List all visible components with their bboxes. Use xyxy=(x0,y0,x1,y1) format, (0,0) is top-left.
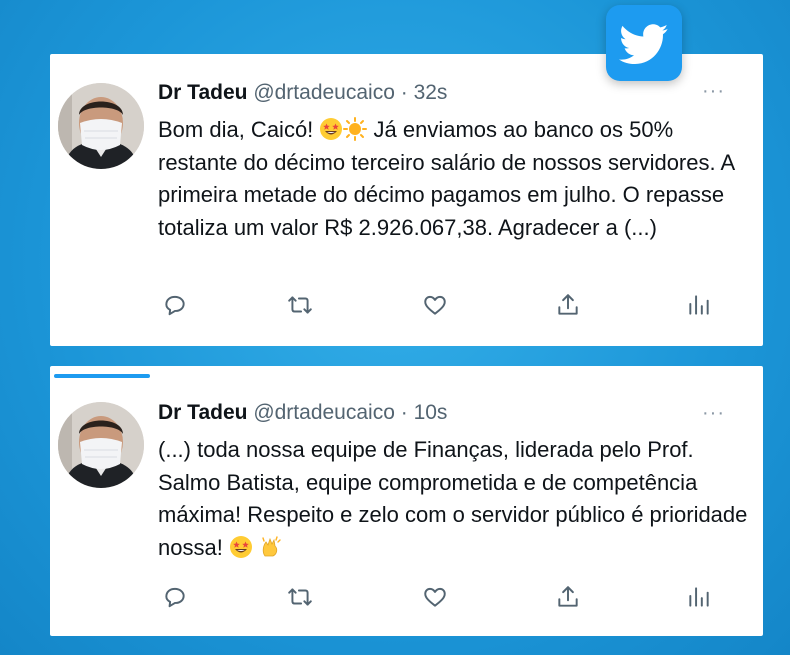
star-struck-emoji xyxy=(229,535,253,559)
tweet-card-2[interactable]: Dr Tadeu @drtadeucaico · 10s ··· (...) t… xyxy=(50,366,763,636)
avatar[interactable] xyxy=(58,83,144,169)
retweet-icon[interactable] xyxy=(285,290,315,320)
display-name[interactable]: Dr Tadeu xyxy=(158,401,247,424)
analytics-icon[interactable] xyxy=(684,290,714,320)
analytics-icon[interactable] xyxy=(684,582,714,612)
star-struck-emoji xyxy=(319,117,343,141)
reply-icon[interactable] xyxy=(160,290,190,320)
tweet-text: Bom dia, Caicó! Já enviamos ao banco os … xyxy=(158,114,748,244)
share-icon[interactable] xyxy=(553,582,583,612)
timestamp[interactable]: 32s xyxy=(414,81,448,104)
separator-dot: · xyxy=(400,81,408,104)
user-handle[interactable]: @drtadeucaico xyxy=(253,81,395,104)
twitter-logo-icon xyxy=(606,5,682,81)
tweet-actions xyxy=(50,582,763,612)
more-options-icon[interactable]: ··· xyxy=(702,80,725,103)
retweet-icon[interactable] xyxy=(285,582,315,612)
avatar[interactable] xyxy=(58,402,144,488)
user-handle[interactable]: @drtadeucaico xyxy=(253,401,395,424)
tweet-header: Dr Tadeu @drtadeucaico · 32s xyxy=(158,81,447,105)
tweet-text: (...) toda nossa equipe de Finanças, lid… xyxy=(158,434,748,564)
separator-dot: · xyxy=(400,401,408,424)
like-icon[interactable] xyxy=(420,582,450,612)
clapping-hands-emoji xyxy=(259,535,283,559)
sun-emoji xyxy=(343,117,368,141)
share-icon[interactable] xyxy=(553,290,583,320)
tweet-header: Dr Tadeu @drtadeucaico · 10s xyxy=(158,401,447,425)
display-name[interactable]: Dr Tadeu xyxy=(158,81,247,104)
reply-icon[interactable] xyxy=(160,582,190,612)
tweet-actions xyxy=(50,290,763,320)
like-icon[interactable] xyxy=(420,290,450,320)
tweet-card-1[interactable]: Dr Tadeu @drtadeucaico · 32s ··· Bom dia… xyxy=(50,54,763,346)
more-options-icon[interactable]: ··· xyxy=(702,402,725,425)
timestamp[interactable]: 10s xyxy=(414,401,448,424)
card-top-indicator xyxy=(54,374,150,378)
tweet-text-part: Bom dia, Caicó! xyxy=(158,117,320,142)
